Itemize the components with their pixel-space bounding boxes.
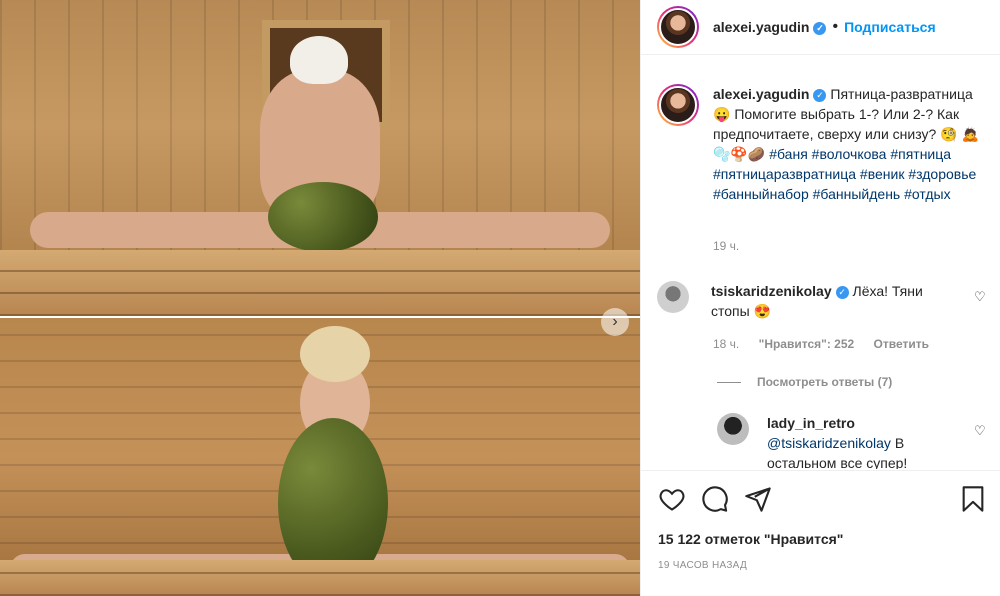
comment-icon[interactable] — [701, 485, 729, 513]
follow-button[interactable]: Подписаться — [844, 19, 936, 35]
comment-meta: 18 ч. "Нравится": 252 Ответить — [713, 337, 945, 351]
verified-badge-icon: ✓ — [835, 286, 849, 299]
emoji: 🧐 — [940, 126, 958, 142]
photo-panel-bottom — [0, 318, 640, 596]
hair-bottom — [300, 326, 370, 382]
hashtag[interactable]: #пятницаразвратница — [713, 166, 856, 182]
post-sidebar: alexei.yagudin ✓ • Подписаться alexei.yag… — [640, 0, 1000, 596]
post-photo[interactable]: › — [0, 0, 640, 596]
caption-username[interactable]: alexei.yagudin — [713, 86, 809, 102]
comments-list[interactable]: alexei.yagudin ✓ Пятница-развратница 😛 По… — [641, 56, 1000, 469]
caption-avatar[interactable] — [657, 84, 699, 126]
reply-comment: lady_in_retro @tsiskaridzenikolay В оста… — [717, 413, 967, 469]
photo-panel-top — [0, 0, 640, 316]
commenter-avatar[interactable] — [657, 281, 689, 313]
view-replies-button[interactable]: Посмотреть ответы (7) — [717, 375, 892, 389]
verified-badge-icon: ✓ — [813, 89, 827, 102]
chevron-right-icon: › — [612, 313, 618, 330]
carousel-next-button[interactable]: › — [601, 308, 629, 336]
commenter-username[interactable]: lady_in_retro — [767, 415, 855, 431]
hashtag[interactable]: #пятница — [890, 146, 951, 162]
hashtag[interactable]: #баня — [769, 146, 808, 162]
heart-icon[interactable] — [658, 485, 686, 513]
emoji: 😍 — [753, 303, 772, 319]
caption: alexei.yagudin ✓ Пятница-развратница 😛 По… — [657, 84, 983, 204]
emoji: 😛 — [713, 106, 731, 122]
hashtag[interactable]: #волочкова — [812, 146, 887, 162]
reply-button[interactable]: Ответить — [874, 337, 929, 351]
comment-heart-icon[interactable]: ♡ — [974, 423, 986, 439]
hashtag[interactable]: #веник — [860, 166, 905, 182]
bench-bottom — [0, 560, 640, 596]
comment: tsiskaridzenikolay ✓ Лёха! Тяни стопы 😍 — [657, 281, 961, 321]
likes-count[interactable]: 15 122 отметок "Нравится" — [658, 531, 843, 547]
hashtag[interactable]: #банныйдень — [813, 186, 901, 202]
sauna-hat — [290, 36, 348, 84]
comment-text: tsiskaridzenikolay ✓ Лёха! Тяни стопы 😍 — [711, 281, 961, 321]
comment-text: lady_in_retro @tsiskaridzenikolay В оста… — [767, 413, 967, 469]
emoji: 🙇 — [961, 126, 979, 142]
author-username[interactable]: alexei.yagudin ✓ — [713, 19, 827, 35]
bookmark-icon[interactable] — [959, 485, 987, 513]
bench-top — [0, 250, 640, 316]
caption-line: Пятница-развратница — [830, 86, 973, 102]
commenter-avatar[interactable] — [717, 413, 749, 445]
post-header: alexei.yagudin ✓ • Подписаться — [641, 0, 1000, 55]
post-timestamp[interactable]: 19 ЧАСОВ НАЗАД — [658, 560, 747, 571]
caption-line: Помогите выбрать 1-? Или 2-? Как предпоч… — [713, 106, 960, 142]
post-actions: 15 122 отметок "Нравится" 19 ЧАСОВ НАЗАД — [641, 470, 1000, 596]
comment-heart-icon[interactable]: ♡ — [974, 289, 986, 305]
verified-badge-icon: ✓ — [813, 22, 827, 35]
author-avatar[interactable] — [657, 6, 699, 48]
birch-broom-top — [268, 182, 378, 252]
share-icon[interactable] — [744, 485, 772, 513]
commenter-username[interactable]: tsiskaridzenikolay — [711, 283, 832, 299]
caption-time: 19 ч. — [713, 239, 740, 253]
comment-time: 18 ч. — [713, 337, 740, 351]
mention-link[interactable]: @tsiskaridzenikolay — [767, 435, 891, 451]
hashtag[interactable]: #отдых — [904, 186, 950, 202]
caption-text: alexei.yagudin ✓ Пятница-развратница 😛 По… — [713, 84, 983, 204]
hashtag[interactable]: #здоровье — [908, 166, 976, 182]
hashtag[interactable]: #банныйнабор — [713, 186, 809, 202]
comment-likes[interactable]: "Нравится": 252 — [759, 337, 855, 351]
emoji: 🫧🍄🥔 — [713, 146, 766, 162]
